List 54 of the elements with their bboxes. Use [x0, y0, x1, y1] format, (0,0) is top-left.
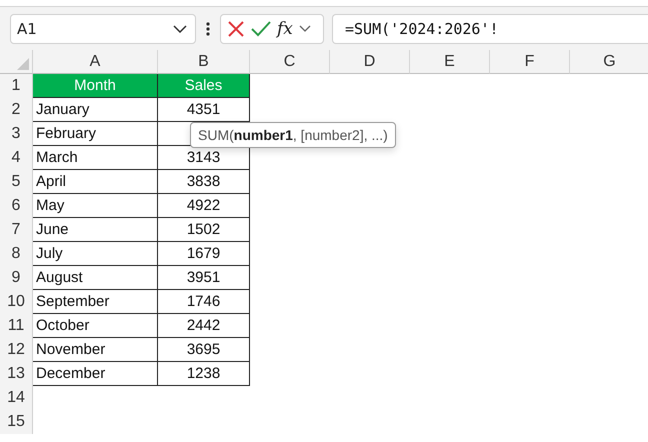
table-cell: May: [33, 194, 158, 218]
table-cell: 2442: [158, 314, 250, 338]
row-header[interactable]: 8: [0, 242, 33, 266]
table-cell: 1746: [158, 290, 250, 314]
table-cell: 3951: [158, 266, 250, 290]
table-cell: December: [33, 362, 158, 386]
row-header[interactable]: 1: [0, 74, 33, 98]
formula-field[interactable]: =SUM('2024:2026'!: [332, 14, 648, 44]
table-cell: October: [33, 314, 158, 338]
table-cell: August: [33, 266, 158, 290]
column-header[interactable]: F: [490, 50, 570, 74]
column-header[interactable]: G: [570, 50, 648, 74]
table-cell: November: [33, 338, 158, 362]
column-header[interactable]: D: [330, 50, 410, 74]
more-options-icon[interactable]: [206, 22, 210, 36]
function-tooltip: SUM(number1, [number2], ...): [190, 122, 396, 148]
table-cell: February: [33, 122, 158, 146]
row-header[interactable]: 13: [0, 362, 33, 386]
row-header[interactable]: 2: [0, 98, 33, 122]
row-header[interactable]: 15: [0, 410, 33, 434]
row-header[interactable]: 7: [0, 218, 33, 242]
table-cell: 1679: [158, 242, 250, 266]
row-header[interactable]: 3: [0, 122, 33, 146]
table-cell: 3695: [158, 338, 250, 362]
row-header[interactable]: 14: [0, 386, 33, 410]
table-cell: September: [33, 290, 158, 314]
row-header[interactable]: 9: [0, 266, 33, 290]
row-header[interactable]: 12: [0, 338, 33, 362]
chevron-down-icon[interactable]: [173, 24, 187, 32]
insert-function-button[interactable]: fx: [277, 18, 293, 38]
table-cell: July: [33, 242, 158, 266]
header-cell: Sales: [158, 74, 250, 98]
header-cell: Month: [33, 74, 158, 98]
row-header[interactable]: 11: [0, 314, 33, 338]
table-cell: 4922: [158, 194, 250, 218]
column-header[interactable]: B: [158, 50, 250, 74]
cancel-icon[interactable]: [227, 20, 245, 38]
checkmark-icon[interactable]: [251, 20, 271, 36]
name-box[interactable]: A1: [10, 14, 196, 44]
column-header[interactable]: A: [33, 50, 158, 74]
column-header[interactable]: C: [250, 50, 330, 74]
table-cell: 3838: [158, 170, 250, 194]
table-cell: April: [33, 170, 158, 194]
table-cell: 1238: [158, 362, 250, 386]
table-cell: January: [33, 98, 158, 122]
row-header[interactable]: 10: [0, 290, 33, 314]
table-cell: June: [33, 218, 158, 242]
row-header[interactable]: 4: [0, 146, 33, 170]
column-header[interactable]: E: [410, 50, 490, 74]
row-header[interactable]: 5: [0, 170, 33, 194]
chevron-down-icon[interactable]: [298, 25, 311, 32]
table-cell: 1502: [158, 218, 250, 242]
table-cell: March: [33, 146, 158, 170]
row-header[interactable]: 6: [0, 194, 33, 218]
